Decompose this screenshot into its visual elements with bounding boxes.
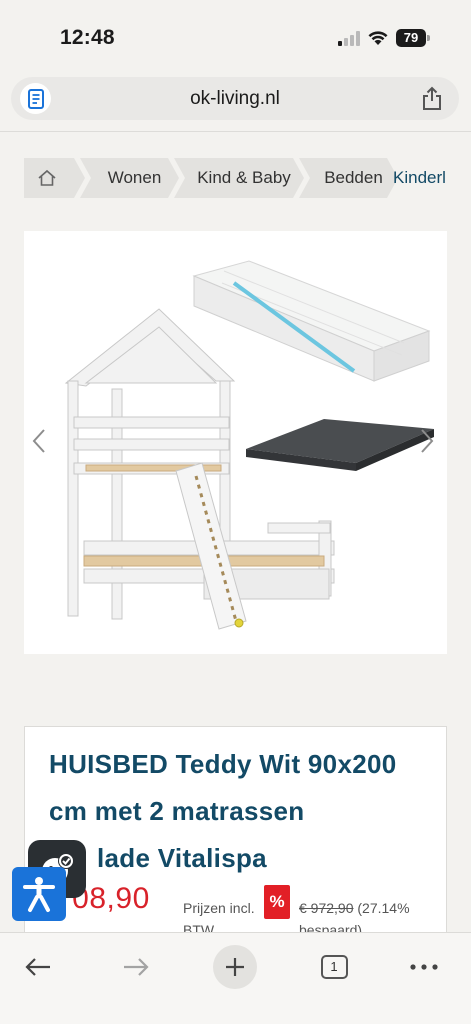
plus-icon [226, 958, 244, 976]
browser-toolbar: 1 [0, 932, 471, 1024]
back-button[interactable] [12, 941, 64, 993]
gallery-next-icon[interactable] [420, 428, 434, 454]
breadcrumb-item-wonen[interactable]: Wonen [80, 158, 179, 198]
status-time: 12:48 [60, 26, 115, 49]
forward-button[interactable] [110, 941, 162, 993]
battery-cap [427, 35, 430, 41]
mattress-illustration [192, 260, 431, 382]
new-tab-button[interactable] [213, 945, 257, 989]
battery-indicator: 79 [396, 29, 430, 47]
product-card: HUISBED Teddy Wit 90x200 cm met 2 matras… [24, 726, 447, 966]
breadcrumb-item-current: Kinderl [393, 168, 446, 187]
status-bar: 12:48 79 [0, 0, 471, 72]
breadcrumb-item-bedden[interactable]: Bedden [299, 158, 398, 198]
more-menu-button[interactable] [398, 941, 450, 993]
breadcrumb-item-kind-baby[interactable]: Kind & Baby [174, 158, 304, 198]
product-brand: HUISBED [49, 749, 169, 779]
discount-badge: % [264, 885, 290, 919]
address-bar[interactable]: ok-living.nl [11, 77, 459, 120]
arrow-right-icon [124, 958, 149, 976]
gallery-prev-icon[interactable] [32, 428, 46, 454]
topper-illustration [246, 419, 434, 471]
breadcrumb: Wonen Kind & Baby Bedden Kinderl [24, 158, 447, 198]
product-image [64, 260, 434, 630]
url-text[interactable]: ok-living.nl [11, 88, 459, 110]
product-gallery[interactable] [24, 231, 447, 654]
battery-level: 79 [396, 29, 426, 47]
old-price-value: € 972,90 [299, 900, 354, 916]
product-title: HUISBED Teddy Wit 90x200 cm met 2 matras… [49, 741, 429, 882]
tab-count: 1 [320, 955, 348, 979]
accessibility-button[interactable] [12, 867, 66, 921]
share-icon[interactable] [421, 86, 443, 111]
cellular-signal-icon [338, 31, 362, 46]
breadcrumb-home[interactable] [24, 158, 85, 198]
header-divider [0, 131, 471, 132]
arrow-left-icon [25, 958, 50, 976]
accessibility-icon [23, 877, 55, 912]
tab-switcher-button[interactable]: 1 [308, 941, 360, 993]
wifi-icon [368, 31, 388, 45]
house-bed-illustration [64, 308, 335, 630]
home-icon [37, 169, 57, 187]
more-icon [410, 964, 438, 970]
